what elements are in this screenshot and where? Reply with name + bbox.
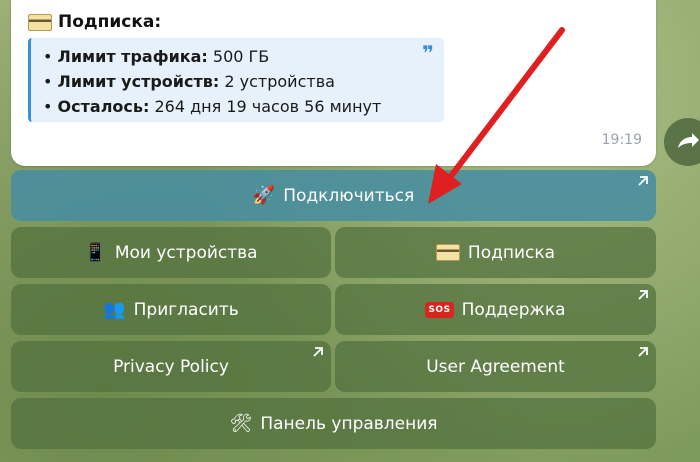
subscription-quote: • Лимит трафика: 500 ГБ • Лимит устройст… xyxy=(28,38,444,122)
quote-value: 500 ГБ xyxy=(207,47,270,66)
invite-button[interactable]: 👥 Пригласить xyxy=(11,284,331,335)
invite-label: Пригласить xyxy=(133,299,239,320)
my-devices-button[interactable]: 📱 Мои устройства xyxy=(11,227,331,278)
quote-label: Лимит устройств: xyxy=(57,72,220,91)
support-button[interactable]: SOS Поддержка xyxy=(335,284,656,335)
admin-panel-label: Панель управления xyxy=(260,413,438,434)
quote-value: 2 устройства xyxy=(219,72,335,91)
admin-panel-button[interactable]: 🛠 Панель управления xyxy=(11,398,656,449)
user-agreement-label: User Agreement xyxy=(426,356,565,377)
quote-label: Лимит трафика: xyxy=(57,47,208,66)
subscription-button[interactable]: Подписка xyxy=(335,227,656,278)
quote-row-remaining: • Осталось: 264 дня 19 часов 56 минут xyxy=(43,97,382,116)
phone-icon: 📱 xyxy=(84,241,107,263)
message-title-text: Подписка: xyxy=(58,12,162,32)
external-link-icon xyxy=(638,176,648,186)
message-bubble: Подписка: • Лимит трафика: 500 ГБ • Лими… xyxy=(11,0,656,166)
credit-card-icon xyxy=(28,13,52,31)
message-time: 19:19 xyxy=(601,132,642,148)
credit-card-icon xyxy=(435,244,460,261)
subscription-label: Подписка xyxy=(467,242,556,263)
connect-button[interactable]: 🚀 Подключиться xyxy=(11,170,656,221)
privacy-policy-button[interactable]: Privacy Policy xyxy=(11,341,331,392)
quote-row-traffic: • Лимит трафика: 500 ГБ xyxy=(43,47,270,66)
external-link-icon xyxy=(313,347,323,357)
share-icon xyxy=(678,133,699,148)
rocket-icon: 🚀 xyxy=(252,184,276,206)
privacy-policy-label: Privacy Policy xyxy=(113,356,229,377)
external-link-icon xyxy=(638,290,648,300)
quote-row-devices: • Лимит устройств: 2 устройства xyxy=(43,72,335,91)
connect-label: Подключиться xyxy=(283,185,415,206)
quote-value: 264 дня 19 часов 56 минут xyxy=(149,97,382,116)
tools-icon: 🛠 xyxy=(229,412,253,434)
user-agreement-button[interactable]: User Agreement xyxy=(335,341,656,392)
support-label: Поддержка xyxy=(461,299,566,320)
my-devices-label: Мои устройства xyxy=(114,242,258,263)
share-button[interactable] xyxy=(664,118,700,166)
quote-label: Осталось: xyxy=(57,97,150,116)
sos-icon: SOS xyxy=(425,301,454,318)
external-link-icon xyxy=(638,347,648,357)
quote-mark-icon: ❞ xyxy=(422,41,434,65)
message-title: Подписка: xyxy=(28,12,161,32)
people-icon: 👥 xyxy=(103,298,126,320)
